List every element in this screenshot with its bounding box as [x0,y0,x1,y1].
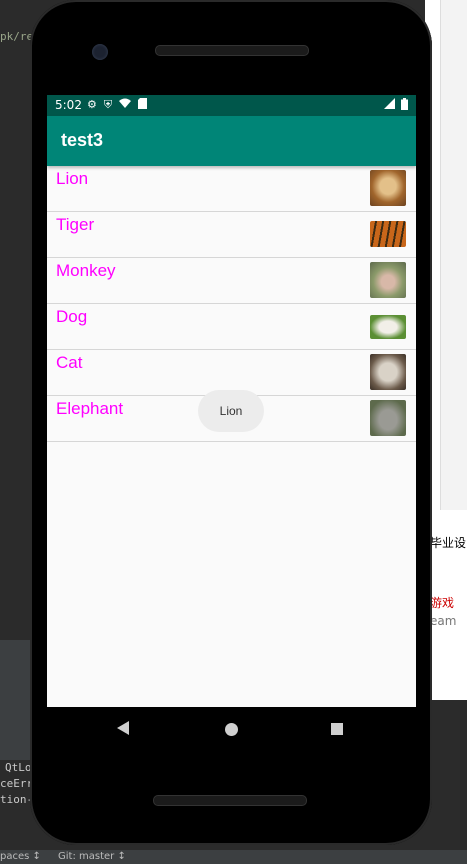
list-item-label: Elephant [56,399,124,418]
lion-thumbnail [370,170,406,206]
signal-icon [384,98,395,113]
right-panel-line: 毕业设 [430,536,467,550]
list-item-label: Monkey [56,261,116,280]
monkey-thumbnail [370,262,406,298]
recent-apps-icon[interactable] [331,723,343,735]
battery-icon [401,98,408,113]
gear-icon: ⚙ [87,98,97,111]
list-item-label: Tiger [56,215,95,234]
shield-icon: ⛨ [103,98,113,111]
list-item-label: Dog [56,307,88,326]
wifi-icon [119,98,132,112]
toast-message: Lion [198,390,264,432]
app-bar: test3 [47,116,416,166]
phone-screen: 5:02 ⚙ ⛨ test3 Lion Tiger Monkey Dog Cat… [47,95,416,707]
bottom-speaker [153,795,307,806]
sd-card-icon [138,98,148,112]
list-item-tiger[interactable]: Tiger [47,212,416,258]
cat-thumbnail [370,354,406,390]
list-item-label: Cat [56,353,83,372]
ide-statusbar: paces ↕ Git: master ↕ [0,850,467,864]
top-speaker [155,45,309,56]
status-time: 5:02 [55,98,82,112]
home-icon[interactable] [225,723,238,736]
right-panel-line: 游戏 [430,596,455,610]
navigation-bar [47,707,416,751]
tiger-thumbnail [370,221,406,247]
status-right-icons [384,98,408,113]
dog-thumbnail [370,315,406,339]
ide-statusbar-git[interactable]: Git: master ↕ [58,850,126,864]
list-item-label: Lion [56,169,89,188]
list-item-lion[interactable]: Lion [47,166,416,212]
back-icon[interactable] [117,721,129,735]
elephant-thumbnail [370,400,406,436]
list-item-monkey[interactable]: Monkey [47,258,416,304]
app-title: test3 [61,130,104,150]
right-panel-line: eam [430,614,457,628]
ide-statusbar-workspaces[interactable]: paces ↕ [0,850,41,864]
front-camera [92,44,108,60]
list-item-dog[interactable]: Dog [47,304,416,350]
ide-code-fragment: pk/re [0,30,34,43]
status-icons: ⚙ ⛨ [87,98,148,112]
status-bar: 5:02 ⚙ ⛨ [47,95,416,116]
right-tool-strip [440,0,467,510]
